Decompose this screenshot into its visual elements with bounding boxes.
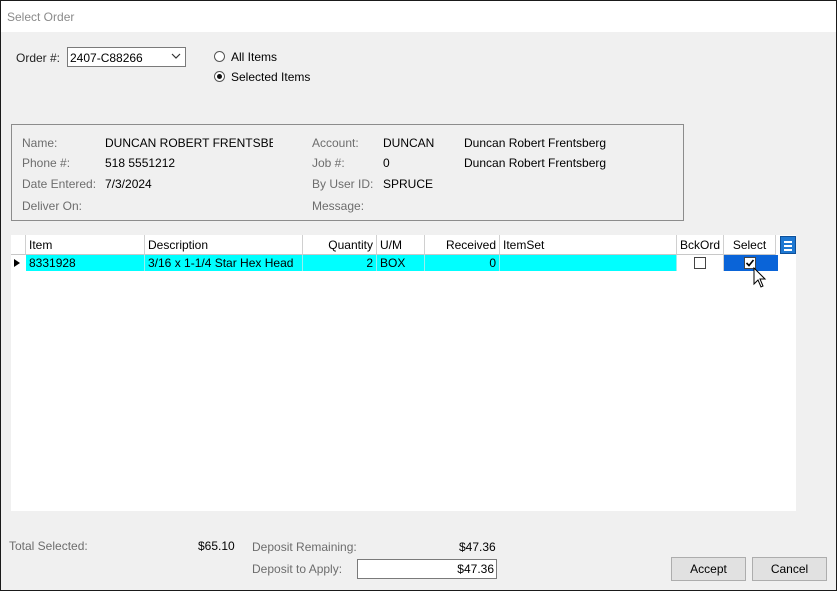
name-value: DUNCAN ROBERT FRENTSBERG	[105, 136, 273, 150]
account-name: Duncan Robert Frentsberg	[464, 136, 607, 150]
order-number-label: Order #:	[16, 51, 61, 65]
cell-itemset[interactable]	[500, 255, 677, 271]
chevron-down-icon[interactable]	[171, 51, 181, 61]
total-selected-value: $65.10	[198, 539, 235, 553]
cell-received[interactable]: 0	[425, 255, 500, 271]
column-header-bckord[interactable]: BckOrd	[677, 235, 724, 255]
column-header-description[interactable]: Description	[145, 235, 303, 255]
job-value: 0	[383, 156, 390, 170]
deliver-on-label: Deliver On:	[22, 199, 83, 213]
all-items-radio[interactable]	[214, 51, 225, 62]
column-header-item[interactable]: Item	[26, 235, 145, 255]
cell-um[interactable]: BOX	[377, 255, 425, 271]
job-name: Duncan Robert Frentsberg	[464, 156, 607, 170]
name-label: Name:	[22, 136, 58, 150]
deposit-remaining-value: $47.36	[459, 540, 496, 554]
user-id-label: By User ID:	[312, 177, 374, 191]
column-header-itemset[interactable]: ItemSet	[500, 235, 677, 255]
selected-items-radio[interactable]	[214, 71, 225, 82]
phone-label: Phone #:	[22, 156, 71, 170]
hamburger-menu-icon[interactable]	[780, 236, 796, 254]
account-label: Account:	[312, 136, 359, 150]
row-header-corner	[11, 235, 26, 255]
cell-quantity[interactable]: 2	[303, 255, 377, 271]
date-entered-label: Date Entered:	[22, 177, 97, 191]
account-value: DUNCAN	[383, 136, 435, 150]
column-header-select[interactable]: Select	[724, 235, 776, 255]
phone-value: 518 5551212	[105, 156, 176, 170]
total-selected-label: Total Selected:	[9, 539, 88, 553]
all-items-label[interactable]: All Items	[231, 50, 277, 64]
order-items-grid[interactable]: Item Description Quantity U/M Received I…	[11, 235, 796, 511]
cancel-button[interactable]: Cancel	[752, 557, 827, 581]
order-number-value: 2407-C88266	[70, 51, 143, 65]
bckord-checkbox[interactable]	[694, 257, 706, 269]
column-header-quantity[interactable]: Quantity	[303, 235, 377, 255]
deposit-to-apply-input[interactable]: $47.36	[357, 559, 497, 579]
column-header-um[interactable]: U/M	[377, 235, 425, 255]
cell-select[interactable]	[724, 255, 778, 271]
date-entered-value: 7/3/2024	[105, 177, 152, 191]
order-number-combobox[interactable]: 2407-C88266	[67, 47, 186, 67]
deposit-remaining-label: Deposit Remaining:	[252, 540, 357, 554]
job-label: Job #:	[312, 156, 345, 170]
title-bar: Select Order	[1, 1, 836, 32]
order-info-panel: Name: DUNCAN ROBERT FRENTSBERG Phone #: …	[11, 124, 684, 221]
user-id-value: SPRUCE	[383, 177, 434, 191]
column-header-received[interactable]: Received	[425, 235, 500, 255]
message-label: Message:	[312, 199, 365, 213]
window-title: Select Order	[7, 10, 75, 24]
mouse-cursor-icon	[753, 267, 767, 288]
deposit-to-apply-label: Deposit to Apply:	[252, 562, 343, 576]
cell-bckord[interactable]	[677, 255, 724, 271]
cell-description[interactable]: 3/16 x 1-1/4 Star Hex Head	[145, 255, 303, 271]
cell-item[interactable]: 8331928	[26, 255, 145, 271]
accept-button[interactable]: Accept	[671, 557, 746, 581]
select-order-window: Select Order Order #: 2407-C88266 All It…	[0, 0, 837, 591]
selected-items-label[interactable]: Selected Items	[231, 70, 310, 84]
row-header[interactable]	[11, 255, 26, 271]
row-pointer-icon	[14, 259, 20, 267]
